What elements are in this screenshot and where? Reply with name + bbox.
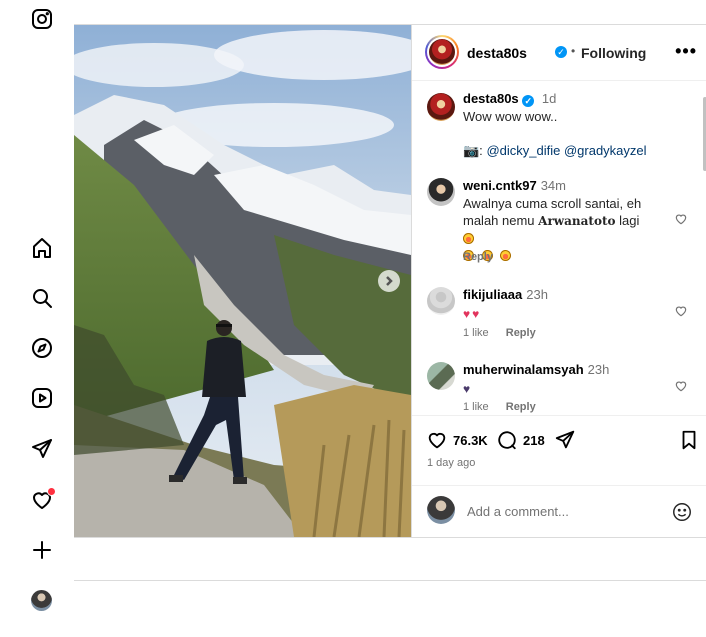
mountain-landscape-image xyxy=(74,25,411,537)
like-action[interactable]: 76.3K xyxy=(426,429,488,451)
add-comment-input[interactable]: Add a comment... xyxy=(467,504,569,519)
explore-icon[interactable] xyxy=(29,335,55,361)
author-username[interactable]: desta80s xyxy=(467,45,527,61)
bookmark-icon[interactable] xyxy=(678,429,700,451)
likes-count[interactable]: 76.3K xyxy=(453,433,488,448)
emoji-picker-icon[interactable] xyxy=(671,501,693,523)
mention-link[interactable]: @dicky_difie xyxy=(486,143,560,158)
comment-item: muherwinalamsyah 23h ♥ 1 like Reply xyxy=(412,362,704,415)
post-photo[interactable] xyxy=(74,25,411,537)
mention-link[interactable]: @gradykayzel xyxy=(564,143,647,158)
caption-line: Wow wow wow.. xyxy=(463,109,558,124)
like-comment-heart-icon[interactable] xyxy=(674,379,688,393)
search-icon[interactable] xyxy=(29,285,55,311)
camera-emoji: 📷: xyxy=(463,143,483,158)
verified-badge-icon: ✓ xyxy=(522,95,535,107)
caption-time: 1d xyxy=(541,91,557,106)
comment-time: 23h xyxy=(526,287,548,302)
following-button[interactable]: Following xyxy=(581,45,646,61)
commenter-username[interactable]: fikijuliaaa 23h xyxy=(463,287,548,302)
crying-emoji-icon xyxy=(463,233,474,244)
commenter-username[interactable]: muherwinalamsyah 23h xyxy=(463,362,609,377)
commenter-avatar[interactable] xyxy=(427,178,455,206)
like-comment-heart-icon[interactable] xyxy=(674,212,688,226)
likes-count[interactable]: 1 like xyxy=(463,401,489,413)
comments-list[interactable]: desta80s ✓ 1d Wow wow wow.. 📷: @dicky_di… xyxy=(412,81,704,415)
separator-dot: • xyxy=(571,44,576,58)
comments-count[interactable]: 218 xyxy=(523,433,545,448)
next-image-button[interactable] xyxy=(378,270,400,292)
commenter-username[interactable]: weni.cntk97 34m xyxy=(463,178,566,193)
reels-icon[interactable] xyxy=(29,385,55,411)
like-comment-heart-icon[interactable] xyxy=(674,304,688,318)
feed-divider xyxy=(74,580,706,581)
caption-avatar[interactable] xyxy=(427,93,455,121)
comment-icon[interactable] xyxy=(496,429,518,451)
save-action[interactable] xyxy=(678,429,700,451)
comment-action[interactable]: 218 xyxy=(496,429,545,451)
left-nav xyxy=(0,0,74,637)
author-avatar[interactable] xyxy=(429,39,455,65)
comment-text: ♥ xyxy=(463,379,663,398)
post-actions: 76.3K 218 1 day ago xyxy=(412,415,706,486)
heart-emoji-icon: ♥ xyxy=(463,307,471,321)
reply-button[interactable]: Reply xyxy=(506,401,536,413)
home-icon[interactable] xyxy=(29,235,55,261)
share-icon[interactable] xyxy=(554,429,576,451)
caption-text: Wow wow wow.. 📷: @dicky_difie @gradykayz… xyxy=(463,108,663,159)
add-comment-bar: Add a comment... xyxy=(412,485,706,538)
messages-icon[interactable] xyxy=(29,436,55,462)
notifications-heart-icon[interactable] xyxy=(29,487,56,513)
post-sidebar: desta80s ✓ • Following ••• desta80s ✓ 1d… xyxy=(411,25,706,537)
reply-button[interactable]: Reply xyxy=(506,327,536,339)
heart-emoji-icon: ♥ xyxy=(472,307,480,321)
post-header: desta80s ✓ • Following ••• xyxy=(412,25,706,81)
comment-bold-text: Arwanatoto xyxy=(538,214,616,228)
comment-time: 34m xyxy=(540,178,566,193)
profile-avatar[interactable] xyxy=(31,590,52,611)
reply-button[interactable]: Reply xyxy=(463,251,493,263)
instagram-icon[interactable] xyxy=(29,6,55,32)
comment-item: weni.cntk97 34m Awalnya cuma scroll santa… xyxy=(412,178,704,268)
comment-time: 23h xyxy=(587,362,610,377)
likes-count[interactable]: 1 like xyxy=(463,327,489,339)
comment-meta: 1 like Reply xyxy=(463,327,550,339)
share-action[interactable] xyxy=(554,429,576,451)
create-plus-icon[interactable] xyxy=(29,537,55,563)
comment-meta: Reply xyxy=(463,251,507,263)
comment-text: ♥ ♥ xyxy=(463,304,663,323)
verified-badge-icon: ✓ xyxy=(555,46,567,58)
post-card: desta80s ✓ • Following ••• desta80s ✓ 1d… xyxy=(74,24,706,538)
purple-heart-emoji-icon: ♥ xyxy=(463,382,471,396)
more-options-icon[interactable]: ••• xyxy=(675,41,697,62)
commenter-avatar[interactable] xyxy=(427,362,455,390)
heart-icon[interactable] xyxy=(426,429,448,451)
chevron-right-icon xyxy=(386,276,393,286)
comment-item: fikijuliaaa 23h ♥ ♥ 1 like Reply xyxy=(412,287,704,347)
current-user-avatar xyxy=(427,496,455,524)
caption-username[interactable]: desta80s ✓ 1d xyxy=(463,91,556,107)
author-avatar-story-ring[interactable] xyxy=(425,35,459,69)
notification-dot xyxy=(47,487,56,496)
comment-meta: 1 like Reply xyxy=(463,401,550,413)
caption: desta80s ✓ 1d Wow wow wow.. 📷: @dicky_di… xyxy=(412,91,704,163)
posted-time: 1 day ago xyxy=(427,457,476,469)
commenter-avatar-default[interactable] xyxy=(427,287,455,315)
